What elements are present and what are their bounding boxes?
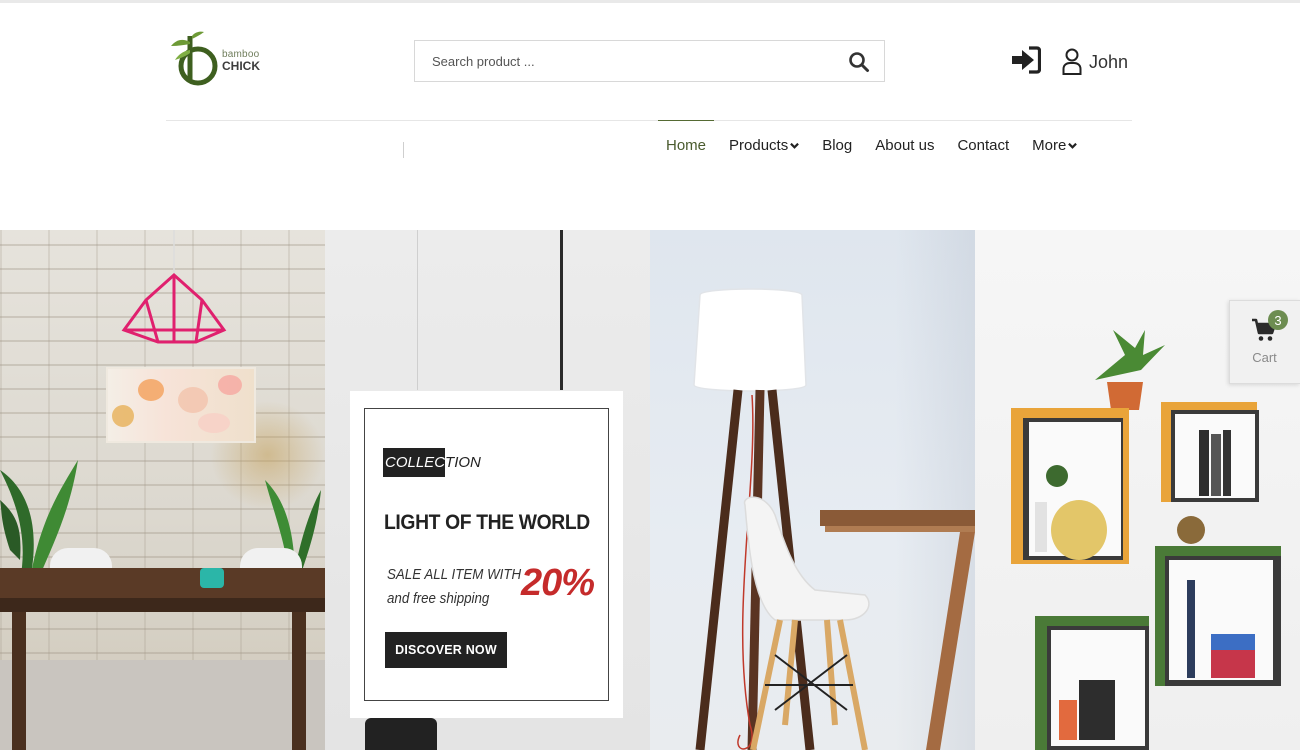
dining-table [0, 568, 325, 598]
nav-item-label: Contact [957, 136, 1010, 154]
pendant-lamp-icon [121, 230, 227, 344]
floor-rug [0, 660, 325, 750]
user-account-link[interactable]: John [1062, 47, 1128, 77]
cart-widget[interactable]: 3 Cart [1229, 300, 1300, 384]
nav-item-label: Home [666, 136, 707, 154]
nav-item-contact[interactable]: Contact [949, 120, 1017, 170]
logo-text: bamboo CHICK [222, 50, 260, 73]
wall-painting [106, 367, 256, 443]
chevron-down-icon [1068, 142, 1078, 149]
collection-tag-dark: COLLEC [383, 447, 446, 477]
nav-item-label: Products [729, 136, 789, 154]
nav-item-about-us[interactable]: About us [867, 120, 942, 170]
promo-sale-line2: and free shipping [387, 591, 490, 607]
chevron-down-icon [790, 142, 800, 149]
nav-item-label: Blog [822, 136, 853, 154]
logo-text-bottom: CHICK [222, 59, 260, 73]
banner-image-floor-lamp[interactable] [650, 230, 975, 750]
user-icon [1062, 48, 1082, 75]
table-leg [12, 612, 26, 750]
hero-banner [0, 230, 1300, 750]
white-chair-icon [743, 496, 870, 750]
search-input[interactable] [415, 41, 825, 81]
promo-discount: 20% [521, 562, 595, 604]
lamp-cord [560, 230, 563, 390]
bamboo-logo-icon [171, 31, 218, 86]
site-logo[interactable]: bamboo CHICK [168, 30, 268, 92]
banner-image-dining-room[interactable] [0, 230, 325, 750]
nav-item-products[interactable]: Products [721, 120, 807, 170]
promo-title: LIGHT OF THE WORLD [384, 511, 590, 534]
lamp-cord-light [417, 230, 418, 390]
table-apron [0, 598, 325, 612]
main-nav: Home Products Blog About us Contact More [658, 120, 1092, 170]
search-icon[interactable] [848, 51, 870, 73]
nav-item-label: About us [875, 136, 935, 154]
cart-count-badge: 3 [1268, 310, 1288, 330]
nav-item-more[interactable]: More [1024, 120, 1085, 170]
cart-label: Cart [1252, 350, 1277, 365]
nav-item-home[interactable]: Home [658, 120, 715, 170]
collection-tag-light: TION [445, 453, 481, 471]
black-lamp-base [365, 718, 437, 750]
nav-separator [403, 142, 404, 158]
search-bar [414, 40, 885, 82]
sign-in-icon[interactable] [1011, 46, 1041, 74]
top-border [0, 0, 1300, 3]
nav-item-blog[interactable]: Blog [814, 120, 860, 170]
nav-item-label: More [1032, 136, 1067, 154]
table-leg [292, 612, 306, 750]
discover-now-button[interactable]: DISCOVER NOW [385, 632, 507, 668]
user-name: John [1089, 51, 1129, 72]
teapot-icon [200, 568, 224, 588]
promo-sale-line1: SALE ALL ITEM WITH [387, 567, 522, 583]
promo-sale-text: SALE ALL ITEM WITH and free shipping [387, 563, 521, 611]
collection-tag: COLLEC TION [383, 447, 481, 477]
